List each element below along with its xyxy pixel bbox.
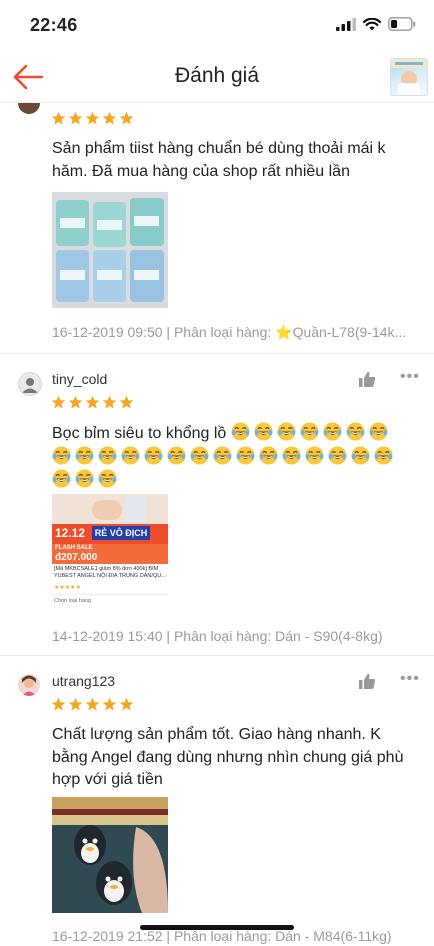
laughing-tears-emoji — [328, 445, 347, 465]
star-icon — [102, 697, 117, 711]
product-rating-row: ★★★★★ — [54, 585, 81, 591]
review-meta: 16-12-2019 09:50 | Phân loại hàng: ⭐Quần… — [52, 324, 407, 340]
laughing-tears-emoji — [190, 445, 209, 465]
laughing-tears-emoji — [254, 422, 273, 441]
star-icon — [85, 395, 100, 409]
status-icons — [336, 17, 416, 31]
like-icon[interactable] — [358, 672, 376, 690]
laughing-tears-emoji — [75, 469, 94, 488]
page-title: Đánh giá — [174, 64, 260, 87]
product-photo-top — [52, 494, 168, 524]
review-meta: 14-12-2019 15:40 | Phân loại hàng: Dán -… — [52, 628, 383, 644]
review-item: Sản phẩm tiist hàng chuẩn bé dùng thoải … — [0, 92, 434, 354]
sale-banner: 12.12 RẺ VÔ ĐỊCH — [52, 524, 168, 544]
laughing-tears-emoji — [305, 445, 324, 465]
rating-stars — [51, 395, 134, 410]
star-icon — [51, 697, 66, 711]
username[interactable]: utrang123 — [52, 673, 115, 689]
star-icon — [68, 111, 83, 125]
flash-sale-label: FLASH SALE — [55, 545, 93, 551]
laughing-tears-emoji — [52, 445, 71, 465]
laughing-tears-emoji — [282, 445, 301, 465]
laughing-tears-emoji — [374, 445, 393, 465]
laughing-tears-emoji — [300, 422, 319, 441]
more-icon[interactable]: ••• — [400, 670, 420, 688]
review-text-content: Bọc bỉm siêu to khổng lồ — [52, 425, 227, 442]
laughing-tears-emoji — [323, 422, 342, 441]
laughing-tears-emoji — [75, 445, 94, 465]
product-thumbnail-image — [391, 59, 427, 95]
laughing-tears-emoji — [121, 445, 140, 465]
sale-date: 12.12 — [55, 526, 86, 540]
battery-icon — [388, 17, 416, 31]
wifi-icon — [363, 17, 381, 30]
nav-bar: Đánh giá — [0, 50, 434, 103]
review-item: utrang123 ••• Chất lượng sản phẩm tốt. G… — [0, 656, 434, 946]
star-icon — [68, 395, 83, 409]
laughing-tears-emoji — [346, 422, 365, 441]
star-icon — [85, 111, 100, 125]
laughing-tears-emoji — [144, 445, 163, 465]
baby-feet-photo — [52, 797, 168, 913]
product-option-label: Chọn loại hàng — [54, 598, 92, 604]
rating-stars — [51, 111, 134, 126]
laughing-tears-emoji — [167, 445, 186, 465]
laughing-tears-emoji — [52, 469, 71, 488]
laughing-tears-emoji — [98, 469, 117, 488]
review-text: Sản phẩm tiist hàng chuẩn bé dùng thoải … — [52, 140, 386, 180]
review-text: Chất lượng sản phẩm tốt. Giao hàng nhanh… — [52, 726, 404, 788]
review-text: Bọc bỉm siêu to khổng lồ — [52, 422, 412, 493]
sale-banner-text: RẺ VÔ ĐỊCH — [92, 526, 150, 540]
star-icon — [85, 697, 100, 711]
star-icon — [119, 395, 134, 409]
star-icon — [102, 111, 117, 125]
status-time: 22:46 — [30, 15, 78, 35]
flash-sale-price: đ207.000 — [55, 552, 98, 563]
avatar[interactable] — [18, 674, 40, 696]
star-icon — [102, 395, 117, 409]
product-thumbnail-button[interactable] — [390, 58, 428, 96]
laughing-tears-emoji — [259, 445, 278, 465]
star-icon — [68, 697, 83, 711]
like-icon[interactable] — [358, 370, 376, 388]
star-icon — [51, 395, 66, 409]
review-item: tiny_cold ••• Bọc bỉm siêu to khổng lồ 1… — [0, 354, 434, 656]
star-icon — [119, 697, 134, 711]
signal-icon — [336, 17, 356, 31]
laughing-tears-emoji — [351, 445, 370, 465]
star-icon — [119, 111, 134, 125]
home-indicator[interactable] — [140, 925, 294, 930]
review-meta: 16-12-2019 21:52 | Phân loại hàng: Dán -… — [52, 928, 392, 944]
rating-stars — [51, 697, 134, 712]
status-bar: 22:46 — [0, 0, 434, 50]
laughing-tears-emoji — [98, 445, 117, 465]
laughing-tears-emoji — [213, 445, 232, 465]
laughing-tears-emoji — [231, 422, 250, 441]
review-photo[interactable] — [52, 192, 168, 308]
diaper-packs-photo — [52, 192, 168, 308]
product-desc: [Mã MKBCSALE1 giảm 8% đơn 400k] BỈM YUBE… — [54, 566, 166, 579]
more-icon[interactable]: ••• — [400, 368, 420, 386]
flash-sale-bar: FLASH SALE đ207.000 — [52, 544, 168, 564]
avatar[interactable] — [18, 372, 42, 396]
review-photo[interactable] — [52, 797, 168, 913]
laughing-tears-emoji — [369, 422, 388, 441]
laughing-tears-emoji — [277, 422, 296, 441]
username[interactable]: tiny_cold — [52, 371, 107, 387]
star-icon — [51, 111, 66, 125]
laughing-tears-emoji — [236, 445, 255, 465]
review-photo[interactable]: 12.12 RẺ VÔ ĐỊCH FLASH SALE đ207.000 [Mã… — [52, 494, 168, 610]
